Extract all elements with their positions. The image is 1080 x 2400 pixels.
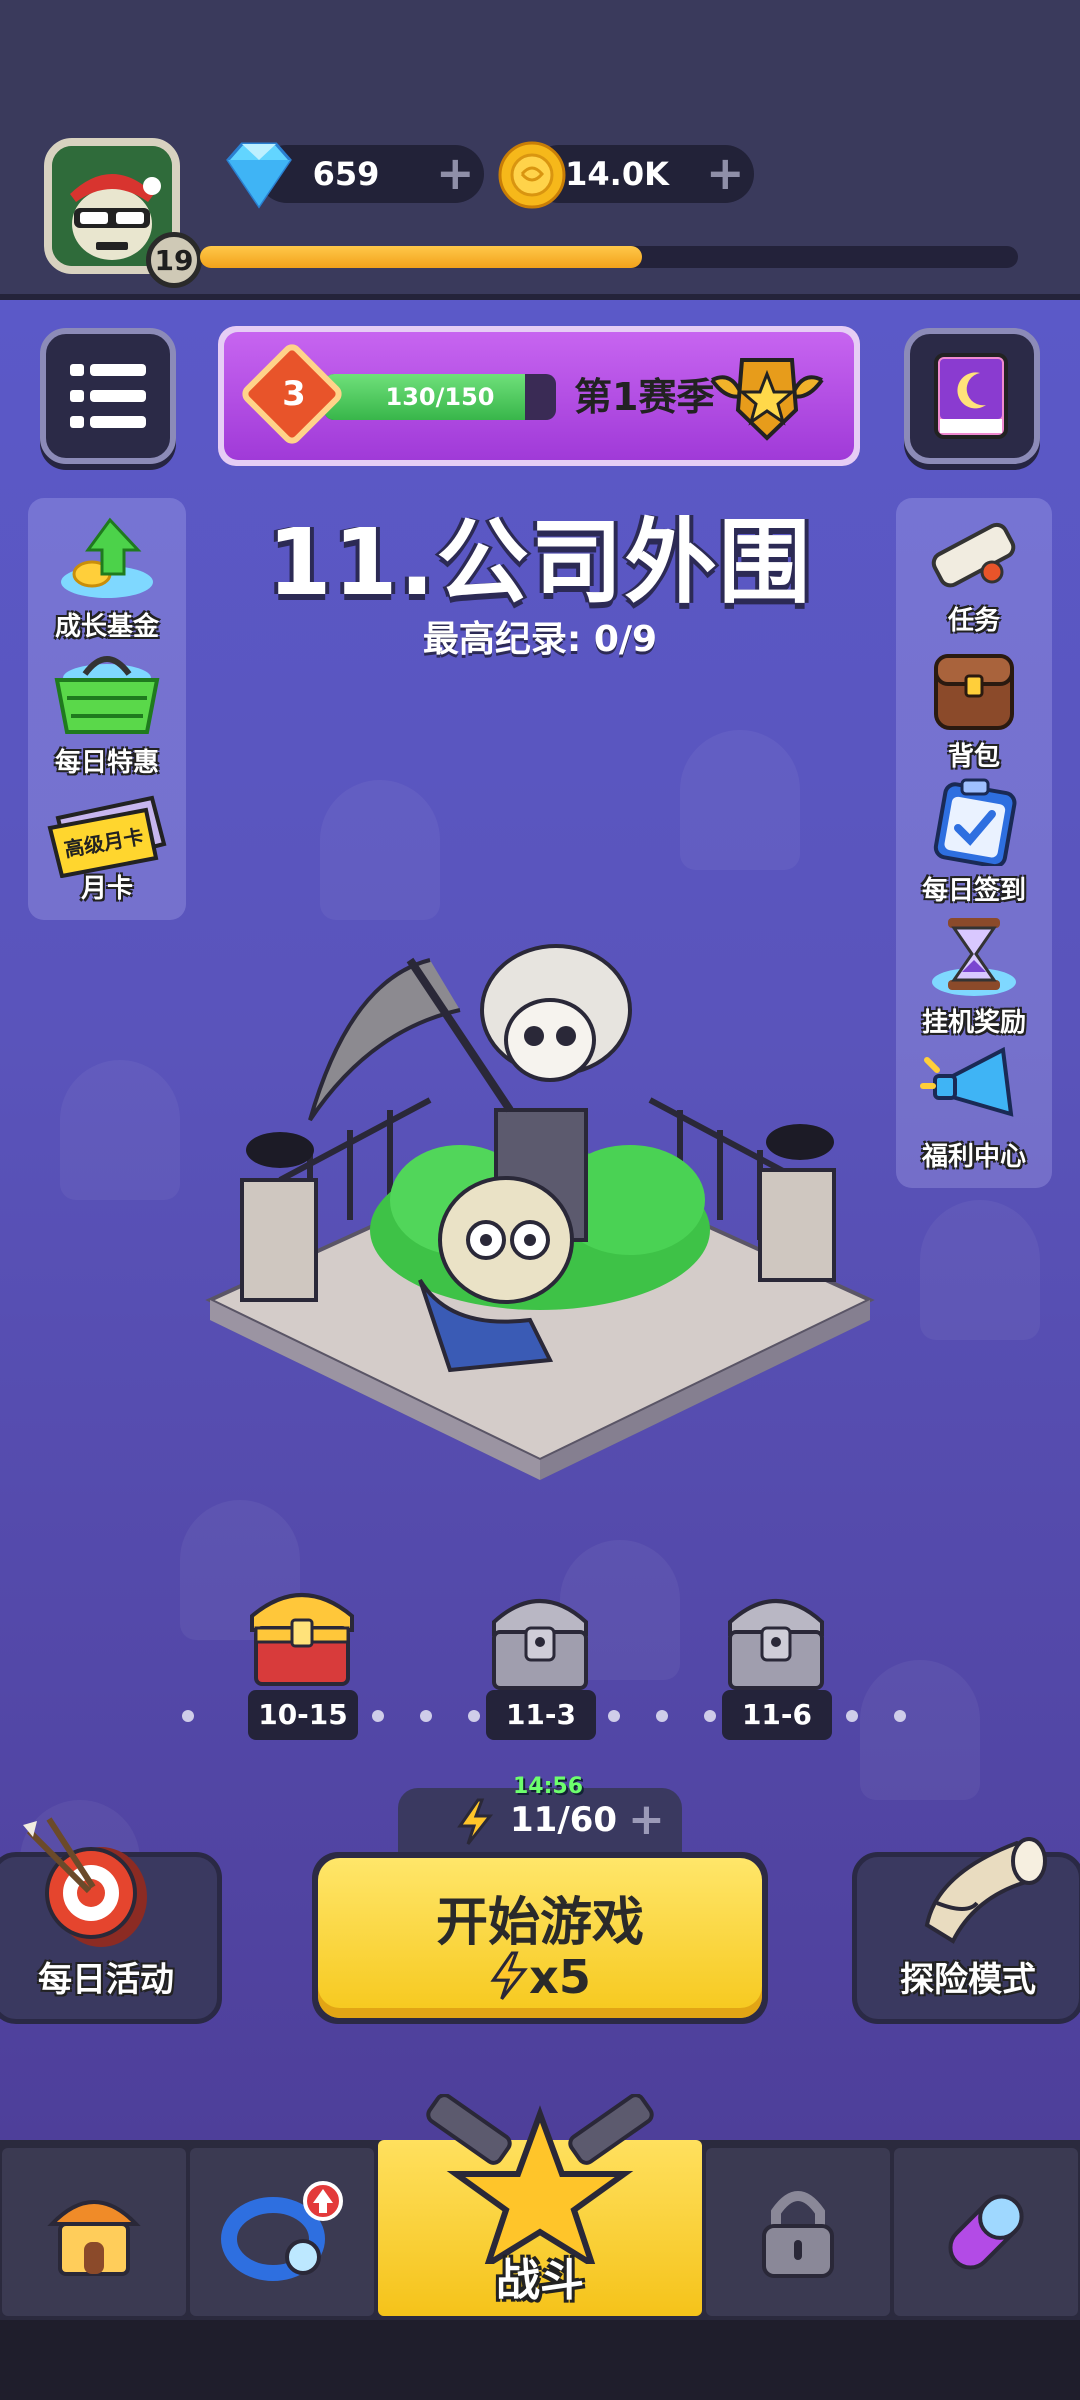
- nav-battle[interactable]: 战斗: [378, 2094, 702, 2316]
- lightning-icon: [490, 1951, 528, 2000]
- menu-button[interactable]: [40, 328, 176, 464]
- explore-mode-label: 探险模式: [900, 1960, 1036, 2000]
- start-game-cost: x5: [318, 1950, 762, 2004]
- growth-fund-icon: [61, 517, 153, 598]
- explore-mode-button[interactable]: 探险模式: [852, 1837, 1080, 2024]
- monthly-card-button[interactable]: 高级月卡 月卡: [28, 788, 186, 905]
- locked-chest-icon: [728, 1599, 824, 1690]
- list-menu-icon: [70, 364, 146, 428]
- daily-deal-button[interactable]: 每日特惠: [28, 648, 186, 779]
- nav-equipment[interactable]: [190, 2148, 374, 2316]
- welfare-center-label: 福利中心: [921, 1142, 1026, 1172]
- stage-chest-11-3-label: 11-3: [486, 1690, 596, 1740]
- diamond-icon: [226, 142, 292, 209]
- gold-coin-icon: [498, 141, 566, 209]
- tasks-button[interactable]: 任务: [896, 516, 1052, 637]
- growth-fund-button[interactable]: 成长基金: [28, 512, 186, 643]
- scroll-icon: [931, 522, 1016, 588]
- codex-button[interactable]: [904, 328, 1040, 464]
- lock-icon: [762, 2191, 834, 2278]
- daily-checkin-button[interactable]: 每日签到: [896, 776, 1052, 907]
- monthly-card-label: 月卡: [80, 874, 133, 904]
- daily-checkin-label: 每日签到: [921, 876, 1026, 906]
- daily-activity-button[interactable]: 每日活动: [0, 1817, 222, 2024]
- idle-reward-button[interactable]: 挂机奖励: [896, 914, 1052, 1039]
- battle-star-icon: [426, 2094, 654, 2264]
- xp-bar-fill: [200, 246, 642, 268]
- stage-preview-illustration: [205, 944, 875, 1480]
- megaphone-icon: [920, 1046, 1014, 1117]
- growth-fund-label: 成长基金: [54, 612, 159, 642]
- hourglass-icon: [932, 918, 1016, 996]
- backpack-label: 背包: [947, 742, 1000, 772]
- bottom-nav: 战斗: [0, 2094, 1080, 2320]
- energy-timer: 14:56: [512, 1774, 584, 1799]
- lightning-icon: [457, 1798, 494, 1845]
- capsule-icon: [948, 2194, 1024, 2270]
- add-gold-button[interactable]: +: [706, 150, 745, 196]
- add-gems-button[interactable]: +: [436, 150, 475, 196]
- season-pass-bar[interactable]: 130/150 3 第1赛季: [218, 326, 860, 466]
- horn-icon: [924, 1837, 1047, 1944]
- stage-chest-10-15-label: 10-15: [248, 1690, 358, 1740]
- locked-chest-icon: [492, 1599, 588, 1690]
- xp-bar: [200, 246, 1018, 268]
- season-rank-value: 3: [282, 374, 306, 414]
- target-arrow-icon: [23, 1817, 147, 1947]
- shopping-basket-icon: [54, 656, 160, 734]
- house-icon: [47, 2200, 141, 2276]
- start-game-button[interactable]: 开始游戏 x5: [312, 1852, 768, 2024]
- nav-battle-label: 战斗: [496, 2255, 584, 2306]
- daily-deal-label: 每日特惠: [54, 748, 159, 778]
- stage-chest-11-3[interactable]: 11-3: [486, 1584, 596, 1740]
- winged-star-badge-icon: [710, 358, 824, 441]
- start-game-label: 开始游戏: [435, 1893, 644, 1953]
- system-nav-area: [0, 2320, 1080, 2400]
- gold-chest-icon: [250, 1593, 354, 1686]
- nav-locked[interactable]: [706, 2148, 890, 2316]
- welfare-center-button[interactable]: 福利中心: [896, 1042, 1052, 1173]
- moon-book-icon: [934, 353, 1008, 439]
- stage-chest-10-15[interactable]: 10-15: [248, 1580, 358, 1740]
- monthly-card-icon: 高级月卡: [47, 795, 167, 878]
- clipboard-check-icon: [933, 778, 1017, 869]
- stage-chest-11-6[interactable]: 11-6: [722, 1584, 832, 1740]
- daily-activity-label: 每日活动: [38, 1960, 174, 2000]
- backpack-icon: [934, 654, 1014, 730]
- tasks-label: 任务: [947, 606, 1000, 636]
- season-progress-text: 130/150: [385, 383, 495, 411]
- nav-skills[interactable]: [894, 2148, 1078, 2316]
- season-label: 第1赛季: [574, 375, 715, 419]
- idle-reward-label: 挂机奖励: [921, 1008, 1026, 1038]
- backpack-button[interactable]: 背包: [896, 646, 1052, 773]
- top-status-bar: 19 659 + 14.0K +: [0, 0, 1080, 300]
- energy-value: 11/60: [510, 1800, 618, 1840]
- add-energy-button[interactable]: +: [628, 1794, 665, 1845]
- nav-home[interactable]: [2, 2148, 186, 2316]
- ring-icon: [221, 2181, 343, 2281]
- start-game-cost-value: x5: [529, 1950, 591, 2004]
- stage-chest-11-6-label: 11-6: [722, 1690, 832, 1740]
- player-level-badge: 19: [146, 232, 202, 288]
